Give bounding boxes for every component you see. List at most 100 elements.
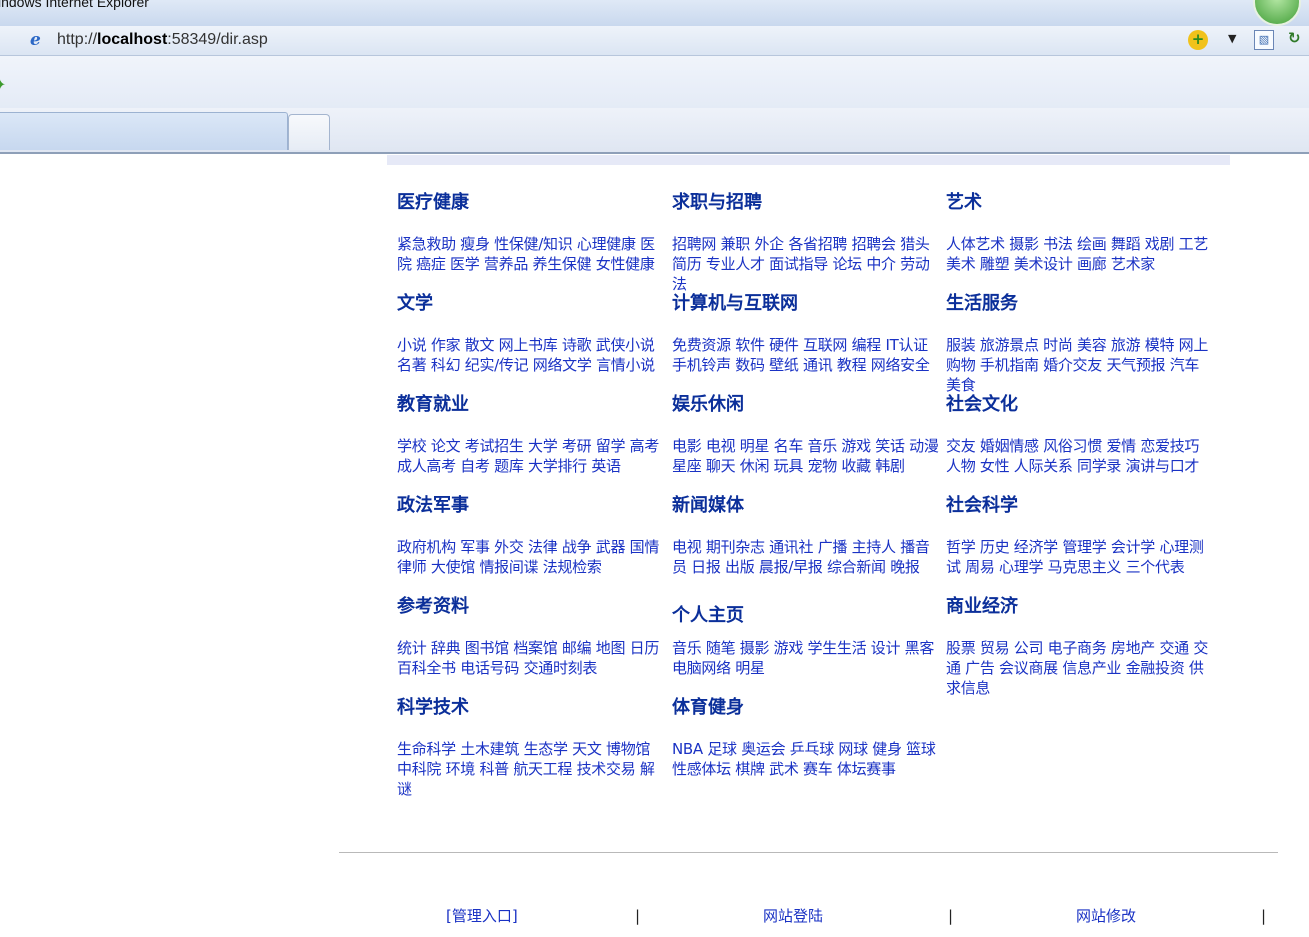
category-link[interactable]: 网络文学 <box>533 356 592 374</box>
category-link[interactable]: 数码 <box>735 356 765 374</box>
category-link[interactable]: 棋牌 <box>735 760 765 778</box>
category-link[interactable]: 国情 <box>630 538 660 556</box>
category-link[interactable]: 战争 <box>562 538 592 556</box>
category-link[interactable]: 土木建筑 <box>460 740 519 758</box>
category-link[interactable]: 言情小说 <box>596 356 655 374</box>
category-link[interactable]: 音乐 <box>808 437 838 455</box>
category-link[interactable]: 成人高考 <box>397 457 456 475</box>
category-link[interactable]: 互联网 <box>803 336 847 354</box>
category-link[interactable]: 通讯 <box>803 356 833 374</box>
category-link[interactable]: 股票 <box>946 639 976 657</box>
category-link[interactable]: 考研 <box>562 437 592 455</box>
category-link[interactable]: 科普 <box>479 760 509 778</box>
category-title[interactable]: 体育健身 <box>672 695 944 721</box>
category-link[interactable]: 诗歌 <box>562 336 592 354</box>
category-link[interactable]: 招聘网 <box>672 235 716 253</box>
category-link[interactable]: 婚姻情感 <box>980 437 1039 455</box>
category-link[interactable]: 星座 <box>672 457 702 475</box>
category-link[interactable]: 交友 <box>946 437 976 455</box>
category-link[interactable]: 天文 <box>572 740 602 758</box>
category-link[interactable]: 足球 <box>707 740 737 758</box>
category-link[interactable]: 律师 <box>397 558 427 576</box>
category-link[interactable]: 题库 <box>494 457 524 475</box>
category-title[interactable]: 文学 <box>397 291 669 317</box>
category-link[interactable]: 电视 <box>706 437 736 455</box>
category-link[interactable]: 汽车 <box>1170 356 1200 374</box>
category-link[interactable]: 游戏 <box>841 437 871 455</box>
category-link[interactable]: 休闲 <box>740 457 770 475</box>
category-link[interactable]: 电影 <box>672 437 702 455</box>
category-link[interactable]: 生态学 <box>524 740 568 758</box>
category-link[interactable]: 外企 <box>754 235 784 253</box>
category-link[interactable]: 电视 <box>672 538 702 556</box>
category-link[interactable]: 简历 <box>672 255 702 273</box>
category-link[interactable]: 随笔 <box>706 639 736 657</box>
category-link[interactable]: 周易 <box>965 558 995 576</box>
category-link[interactable]: 紧急救助 <box>397 235 456 253</box>
category-link[interactable]: 马克思主义 <box>1048 558 1122 576</box>
category-link[interactable]: 广告 <box>965 659 995 677</box>
category-link[interactable]: 图书馆 <box>465 639 509 657</box>
nav-dropdown-icon[interactable]: ▾ <box>0 32 8 48</box>
category-link[interactable]: 法律 <box>528 538 558 556</box>
category-title[interactable]: 计算机与互联网 <box>672 291 944 317</box>
category-link[interactable]: 留学 <box>596 437 626 455</box>
category-link[interactable]: 历史 <box>980 538 1010 556</box>
category-link[interactable]: 环境 <box>446 760 476 778</box>
category-link[interactable]: 营养品 <box>484 255 528 273</box>
category-link[interactable]: 期刊杂志 <box>706 538 765 556</box>
category-link[interactable]: 游戏 <box>774 639 804 657</box>
category-title[interactable]: 社会文化 <box>946 392 1218 418</box>
category-link[interactable]: 性保健/知识 <box>494 235 573 253</box>
category-link[interactable]: 健身 <box>872 740 902 758</box>
category-link[interactable]: 性感体坛 <box>672 760 731 778</box>
category-title[interactable]: 科学技术 <box>397 695 669 721</box>
category-link[interactable]: 戏剧 <box>1145 235 1175 253</box>
category-link[interactable]: 论文 <box>431 437 461 455</box>
category-link[interactable]: 书法 <box>1043 235 1073 253</box>
category-link[interactable]: 画廊 <box>1077 255 1107 273</box>
category-link[interactable]: 出版 <box>725 558 755 576</box>
category-link[interactable]: 散文 <box>465 336 495 354</box>
category-link[interactable]: 日报 <box>691 558 721 576</box>
category-link[interactable]: 中介 <box>866 255 896 273</box>
category-link[interactable]: 笑话 <box>875 437 905 455</box>
address-dropdown-icon[interactable]: ▼ <box>1228 32 1236 45</box>
category-link[interactable]: 女性 <box>980 457 1010 475</box>
category-title[interactable]: 求职与招聘 <box>672 190 944 216</box>
admin-entry-link[interactable]: [管理入口] <box>446 905 518 927</box>
category-link[interactable]: 各省招聘 <box>788 235 847 253</box>
category-link[interactable]: 广播 <box>818 538 848 556</box>
category-title[interactable]: 商业经济 <box>946 594 1218 620</box>
category-link[interactable]: 韩剧 <box>875 457 905 475</box>
category-link[interactable]: 旅游 <box>1111 336 1141 354</box>
category-link[interactable]: 美容 <box>1077 336 1107 354</box>
category-link[interactable]: 篮球 <box>906 740 936 758</box>
category-link[interactable]: 通讯社 <box>769 538 813 556</box>
category-link[interactable]: 大学 <box>528 437 558 455</box>
category-link[interactable]: 猎头 <box>900 235 930 253</box>
category-link[interactable]: 养生保健 <box>533 255 592 273</box>
category-link[interactable]: 黑客 <box>905 639 935 657</box>
category-link[interactable]: 日历 <box>630 639 660 657</box>
category-link[interactable]: 手机铃声 <box>672 356 731 374</box>
category-link[interactable]: 人体艺术 <box>946 235 1005 253</box>
refresh-icon[interactable]: ↻ <box>1288 29 1301 47</box>
category-link[interactable]: 明星 <box>735 659 765 677</box>
category-link[interactable]: 婚介交友 <box>1043 356 1102 374</box>
category-title[interactable]: 医疗健康 <box>397 190 669 216</box>
compatibility-view-icon[interactable]: ▧ <box>1254 30 1274 50</box>
category-link[interactable]: 档案馆 <box>513 639 557 657</box>
category-link[interactable]: 明星 <box>740 437 770 455</box>
category-link[interactable]: 高考 <box>630 437 660 455</box>
category-link[interactable]: 摄影 <box>740 639 770 657</box>
tab-current[interactable] <box>0 112 288 150</box>
window-orb-icon[interactable] <box>1253 0 1301 26</box>
category-link[interactable]: 军事 <box>460 538 490 556</box>
site-edit-link[interactable]: 网站修改 <box>1076 905 1136 927</box>
category-title[interactable]: 社会科学 <box>946 493 1218 519</box>
category-title[interactable]: 艺术 <box>946 190 1218 216</box>
category-link[interactable]: 动漫 <box>909 437 939 455</box>
category-link[interactable]: 晚报 <box>890 558 920 576</box>
category-link[interactable]: 电脑网络 <box>672 659 731 677</box>
